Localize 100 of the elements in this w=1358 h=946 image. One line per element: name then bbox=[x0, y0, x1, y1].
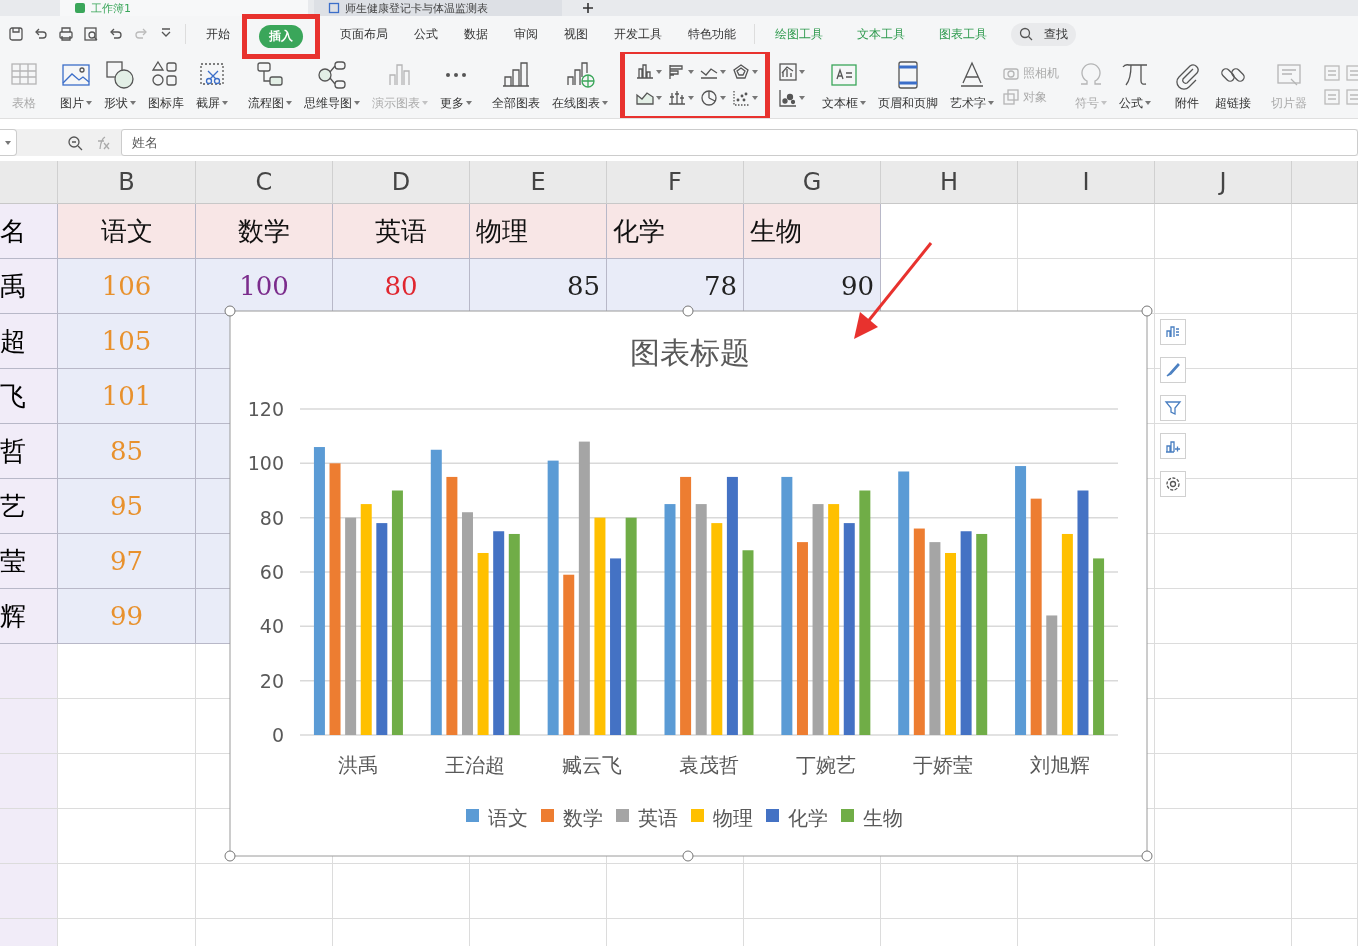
menu-tab[interactable]: 图表工具 bbox=[929, 22, 997, 46]
menu-tab[interactable]: 文本工具 bbox=[847, 22, 915, 46]
toolbar-button[interactable]: 附件 bbox=[1167, 56, 1207, 114]
menu-tab[interactable]: 特色功能 bbox=[678, 22, 746, 46]
resize-handle[interactable] bbox=[1141, 305, 1153, 317]
chart-type-button[interactable] bbox=[667, 62, 695, 82]
table-cell: 化学 bbox=[607, 204, 744, 259]
pie-chart-icon bbox=[700, 89, 718, 107]
column-header[interactable]: H bbox=[881, 161, 1018, 204]
x-axis-label: 丁婉艺 bbox=[795, 753, 856, 777]
caret-icon bbox=[752, 70, 758, 74]
search-icon bbox=[1019, 27, 1033, 41]
table-cell: 100 bbox=[196, 259, 333, 314]
empty-cell bbox=[0, 644, 58, 699]
toolbar-button[interactable]: 文本框 bbox=[818, 56, 870, 114]
toolbar-button[interactable]: 图标库 bbox=[144, 56, 188, 114]
empty-cell bbox=[1292, 644, 1358, 699]
print-preview-icon bbox=[83, 26, 99, 42]
chart-type-button[interactable] bbox=[667, 88, 695, 108]
toolbar-button[interactable]: 公式 bbox=[1115, 56, 1155, 114]
caret-icon bbox=[752, 96, 758, 100]
toolbar-button[interactable]: 截屏 bbox=[192, 56, 232, 114]
resize-handle[interactable] bbox=[1141, 850, 1153, 862]
name-box[interactable] bbox=[0, 129, 17, 156]
column-header[interactable]: I bbox=[1018, 161, 1155, 204]
scatter-chart-icon bbox=[732, 89, 750, 107]
shapes-icon bbox=[104, 58, 136, 91]
resize-handle[interactable] bbox=[224, 850, 236, 862]
print-icon bbox=[58, 26, 74, 42]
toolbar-button[interactable]: 全部图表 bbox=[488, 56, 544, 114]
formula-field[interactable]: 姓名 bbox=[121, 129, 1358, 156]
menu-tab[interactable]: 公式 bbox=[404, 22, 448, 46]
column-header[interactable]: B bbox=[58, 161, 196, 204]
menu-tab[interactable]: 数据 bbox=[454, 22, 498, 46]
table-cell: 超 bbox=[0, 314, 58, 369]
menu-tab[interactable]: 开始 bbox=[196, 22, 240, 46]
caret-icon bbox=[656, 70, 662, 74]
empty-cell bbox=[1292, 314, 1358, 369]
chart-type-button[interactable] bbox=[778, 62, 806, 82]
file-tab[interactable]: 师生健康登记卡与体温监测表 bbox=[314, 0, 562, 16]
x-axis-label: 洪禹 bbox=[338, 753, 379, 777]
chart-type-button[interactable] bbox=[635, 62, 663, 82]
brush-icon bbox=[1164, 361, 1182, 379]
table-cell: 飞 bbox=[0, 369, 58, 424]
spreadsheet-icon bbox=[74, 2, 86, 14]
document-icon bbox=[328, 2, 340, 14]
column-header[interactable]: C bbox=[196, 161, 333, 204]
chart-tool-button[interactable] bbox=[1160, 319, 1186, 345]
redo-icon bbox=[133, 26, 149, 42]
toolbar-button[interactable]: 流程图 bbox=[244, 56, 296, 114]
legend-label: 数学 bbox=[563, 806, 603, 830]
chart-tool-button[interactable] bbox=[1160, 357, 1186, 383]
chart-tool-button[interactable] bbox=[1160, 471, 1186, 497]
x-axis-label: 于娇莹 bbox=[912, 753, 973, 777]
toolbar-button[interactable]: 页眉和页脚 bbox=[874, 56, 942, 114]
chart-type-button[interactable] bbox=[731, 62, 759, 82]
column-header[interactable]: D bbox=[333, 161, 470, 204]
menu-tab[interactable]: 审阅 bbox=[504, 22, 548, 46]
table-cell: 禹 bbox=[0, 259, 58, 314]
column-chart-icon bbox=[636, 63, 654, 81]
chart-tool-button[interactable] bbox=[1160, 433, 1186, 459]
legend-label: 物理 bbox=[713, 806, 753, 830]
undo-icon bbox=[108, 26, 124, 42]
toolbar-button[interactable]: 艺术字 bbox=[946, 56, 998, 114]
chart-type-button[interactable] bbox=[778, 88, 806, 108]
resize-handle[interactable] bbox=[224, 305, 236, 317]
legend-label: 英语 bbox=[638, 806, 678, 830]
caret-icon bbox=[5, 140, 11, 145]
menu-tab[interactable]: 视图 bbox=[554, 22, 598, 46]
toolbar-button[interactable]: 形状 bbox=[100, 56, 140, 114]
menu-tab[interactable]: 页面布局 bbox=[330, 22, 398, 46]
toolbar-button[interactable]: 在线图表 bbox=[548, 56, 612, 114]
caret-icon bbox=[688, 70, 694, 74]
resize-handle[interactable] bbox=[682, 305, 694, 317]
toolbar-button[interactable]: 超链接 bbox=[1211, 56, 1255, 114]
chart-tool-button[interactable] bbox=[1160, 395, 1186, 421]
toolbar-button[interactable]: 图片 bbox=[56, 56, 96, 114]
empty-cell bbox=[1292, 699, 1358, 754]
resize-handle[interactable] bbox=[682, 850, 694, 862]
chart-type-button[interactable] bbox=[731, 88, 759, 108]
add-icon[interactable] bbox=[582, 2, 594, 14]
caret-icon bbox=[799, 96, 805, 100]
table-cell: 101 bbox=[58, 369, 196, 424]
x-axis-label: 袁茂哲 bbox=[679, 753, 739, 777]
chart-type-button[interactable] bbox=[699, 88, 727, 108]
column-header[interactable]: G bbox=[744, 161, 881, 204]
empty-cell bbox=[1292, 864, 1358, 919]
empty-cell bbox=[1292, 534, 1358, 589]
menu-tab[interactable]: 开发工具 bbox=[604, 22, 672, 46]
table-cell: 95 bbox=[58, 479, 196, 534]
column-header[interactable]: F bbox=[607, 161, 744, 204]
empty-cell bbox=[0, 699, 58, 754]
toolbar-button[interactable]: 更多 bbox=[436, 56, 476, 114]
menu-tab[interactable]: 绘图工具 bbox=[765, 22, 833, 46]
column-header[interactable]: E bbox=[470, 161, 607, 204]
toolbar-button[interactable]: 思维导图 bbox=[300, 56, 364, 114]
search-button[interactable]: 查找 bbox=[1011, 22, 1076, 46]
empty-cell bbox=[0, 809, 58, 864]
stock-chart-icon bbox=[668, 89, 686, 107]
column-header[interactable]: J bbox=[1155, 161, 1292, 204]
